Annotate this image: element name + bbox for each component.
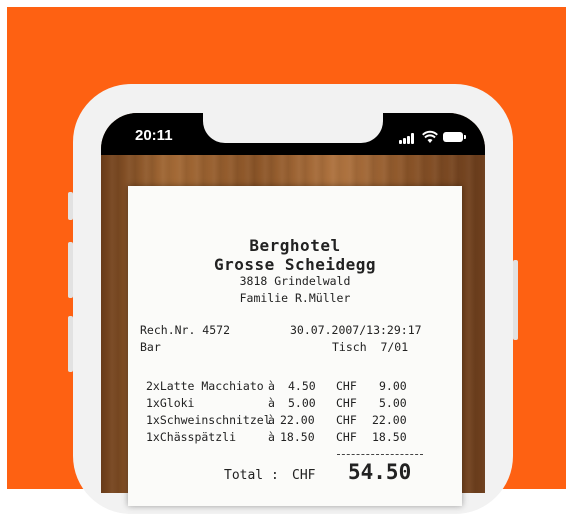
receipt-total-label: Total : xyxy=(224,468,279,483)
receipt-item-unit-price: 5.00 xyxy=(288,396,316,410)
receipt-item-desc: 1xGloki xyxy=(146,396,195,410)
receipt-item-at: à xyxy=(268,396,275,410)
receipt-family: Familie R.Müller xyxy=(239,291,351,305)
receipt-item-unit-price: 18.50 xyxy=(280,430,315,444)
receipt-invoice-number: Rech.Nr. 4572 xyxy=(140,323,231,337)
receipt-item-amount: 9.00 xyxy=(379,379,407,393)
receipt-table: Tisch 7/01 xyxy=(332,340,409,354)
receipt-paper: Berghotel Grosse Scheidegg 3818 Grindelw… xyxy=(128,186,462,506)
receipt-item-at: à xyxy=(268,413,275,427)
cellular-signal-icon xyxy=(399,133,417,144)
receipt-item-at: à xyxy=(268,430,275,444)
battery-icon xyxy=(443,132,466,142)
receipt-item-amount: 18.50 xyxy=(372,430,407,444)
receipt-item-currency: CHF xyxy=(336,379,357,393)
receipt-item-currency: CHF xyxy=(336,413,357,427)
receipt-item-at: à xyxy=(268,379,275,393)
phone-power-button xyxy=(513,260,518,340)
receipt-total-currency: CHF xyxy=(292,468,316,483)
receipt-total-value: 54.50 xyxy=(348,460,412,484)
receipt-item-unit-price: 4.50 xyxy=(288,379,316,393)
receipt-item-unit-price: 22.00 xyxy=(280,413,315,427)
receipt-address: 3818 Grindelwald xyxy=(239,274,351,288)
receipt-item-amount: 5.00 xyxy=(379,396,407,410)
receipt-area: Bar xyxy=(140,340,161,354)
receipt-hotel-name: Berghotel xyxy=(249,236,341,255)
receipt-hotel-subname: Grosse Scheidegg xyxy=(213,255,377,274)
wifi-icon xyxy=(422,130,438,143)
receipt-item-desc: 2xLatte Macchiato xyxy=(146,379,264,393)
receipt-item-amount: 22.00 xyxy=(372,413,407,427)
status-time: 20:11 xyxy=(135,127,173,144)
receipt-datetime: 30.07.2007/13:29:17 xyxy=(290,323,422,337)
receipt-item-currency: CHF xyxy=(336,430,357,444)
receipt-item-currency: CHF xyxy=(336,396,357,410)
receipt-item-desc: 1xChässpätzli xyxy=(146,430,237,444)
phone-notch xyxy=(203,113,383,143)
receipt-item-desc: 1xSchweinschnitzel xyxy=(146,413,271,427)
receipt-divider xyxy=(337,454,423,455)
